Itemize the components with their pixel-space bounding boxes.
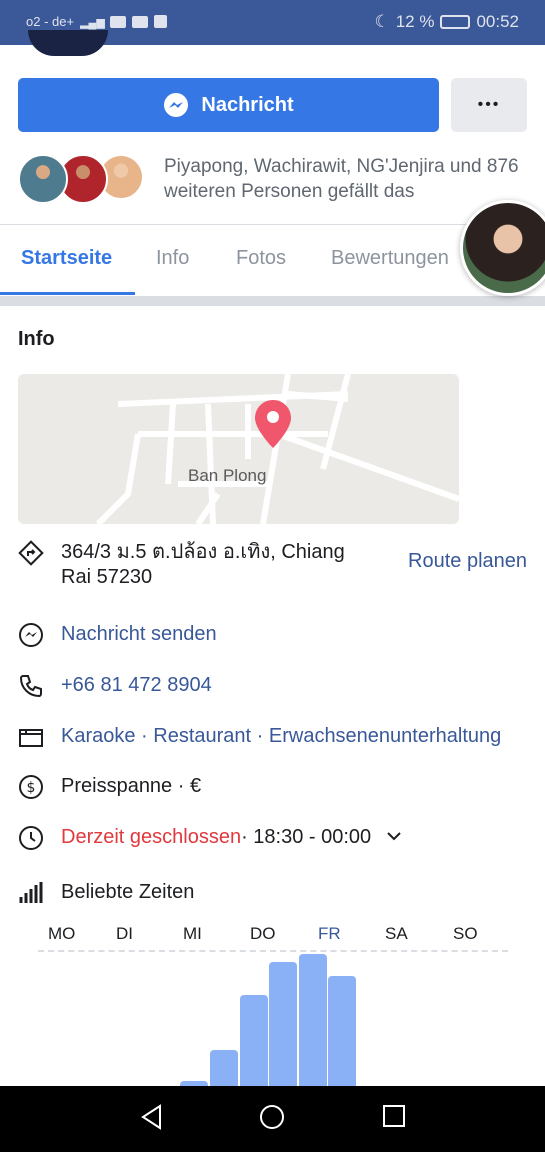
back-icon[interactable] — [140, 1104, 164, 1130]
chat-head-avatar[interactable] — [460, 200, 545, 296]
day-tab-do[interactable]: DO — [250, 924, 276, 944]
info-heading: Info — [18, 328, 55, 350]
message-button[interactable]: Nachricht — [18, 78, 439, 132]
hours-time: · 18:30 - 00:00 — [241, 826, 372, 848]
map-pin-icon — [255, 400, 291, 448]
price-row: $ Preisspanne · € — [18, 774, 528, 800]
address-row[interactable]: 364/3 ม.5 ต.ปล้อง อ.เทิง, Chiang Rai 572… — [18, 540, 358, 590]
phone-row[interactable]: +66 81 472 8904 — [18, 673, 528, 699]
tab-bewertungen[interactable]: Bewertungen — [331, 247, 449, 270]
moon-icon: ☾ — [374, 12, 390, 31]
phone-link: +66 81 472 8904 — [61, 674, 212, 696]
directions-icon — [18, 540, 44, 566]
tab-startseite[interactable]: Startseite — [21, 247, 112, 270]
activity-icon — [132, 15, 149, 28]
message-button-label: Nachricht — [201, 93, 294, 116]
friend-avatars[interactable] — [18, 154, 148, 204]
dollar-icon: $ — [19, 775, 43, 799]
active-tab-indicator — [0, 292, 135, 295]
chart-bar — [328, 976, 357, 1086]
signal-icon: ▂▄▆ — [80, 16, 105, 29]
hours-status: Derzeit geschlossen — [61, 826, 242, 848]
tab-fotos[interactable]: Fotos — [236, 247, 286, 270]
messenger-icon — [19, 623, 43, 647]
popular-times-row: Beliebte Zeiten — [18, 880, 528, 906]
youtube-icon — [110, 15, 127, 28]
facebook-icon — [154, 15, 168, 28]
day-selector: MO DI MI DO FR SA SO — [38, 924, 508, 948]
map-roads — [95, 374, 459, 524]
section-separator — [0, 296, 545, 306]
clock: 00:52 — [476, 12, 519, 31]
phone-icon — [19, 675, 42, 698]
day-tab-so[interactable]: SO — [453, 924, 478, 944]
day-tab-fr[interactable]: FR — [318, 924, 341, 944]
chevron-down-icon[interactable] — [385, 827, 403, 850]
more-button[interactable]: ••• — [451, 78, 527, 132]
message-link: Nachricht senden — [61, 623, 217, 645]
category-links: Karaoke · Restaurant · Erwachsenenunterh… — [61, 725, 502, 747]
chart-bar — [210, 1050, 238, 1086]
home-icon[interactable] — [259, 1104, 285, 1130]
category-icon — [19, 729, 43, 747]
svg-text:$: $ — [27, 780, 36, 796]
map-place-label: Ban Plong — [188, 466, 267, 485]
price-range: Preisspanne · € — [61, 775, 202, 797]
tab-info[interactable]: Info — [156, 247, 189, 270]
messenger-icon — [164, 93, 189, 117]
popular-times-chart — [38, 950, 508, 1086]
chart-bar — [298, 954, 327, 1086]
day-tab-di[interactable]: DI — [116, 924, 133, 944]
category-row[interactable]: Karaoke · Restaurant · Erwachsenenunterh… — [18, 724, 528, 750]
location-map[interactable]: Ban Plong — [18, 374, 459, 524]
system-nav-bar — [0, 1086, 545, 1152]
hours-row[interactable]: Derzeit geschlossen · 18:30 - 00:00 — [18, 825, 528, 851]
battery-icon — [440, 15, 471, 29]
profile-picture-edge — [28, 30, 108, 56]
avatar — [18, 154, 68, 204]
address-text: 364/3 ม.5 ต.ปล้อง อ.เทิง, Chiang Rai 572… — [61, 541, 345, 588]
popular-times-title: Beliebte Zeiten — [61, 881, 195, 903]
message-row[interactable]: Nachricht senden — [18, 622, 528, 648]
day-tab-mo[interactable]: MO — [48, 924, 75, 944]
carrier-label: o2 - de+ — [26, 14, 75, 29]
clock-icon — [19, 826, 43, 850]
chart-bar — [269, 962, 298, 1086]
more-icon: ••• — [477, 96, 501, 113]
bar-chart-icon — [19, 882, 43, 903]
recents-icon[interactable] — [382, 1104, 406, 1128]
chart-bar — [239, 995, 268, 1086]
battery-level: 12 % — [395, 12, 435, 31]
route-planen-link[interactable]: Route planen — [408, 550, 527, 573]
likes-summary[interactable]: Piyapong, Wachirawit, NG'Jenjira und 876… — [164, 154, 534, 204]
day-tab-mi[interactable]: MI — [183, 924, 202, 944]
day-tab-sa[interactable]: SA — [385, 924, 408, 944]
